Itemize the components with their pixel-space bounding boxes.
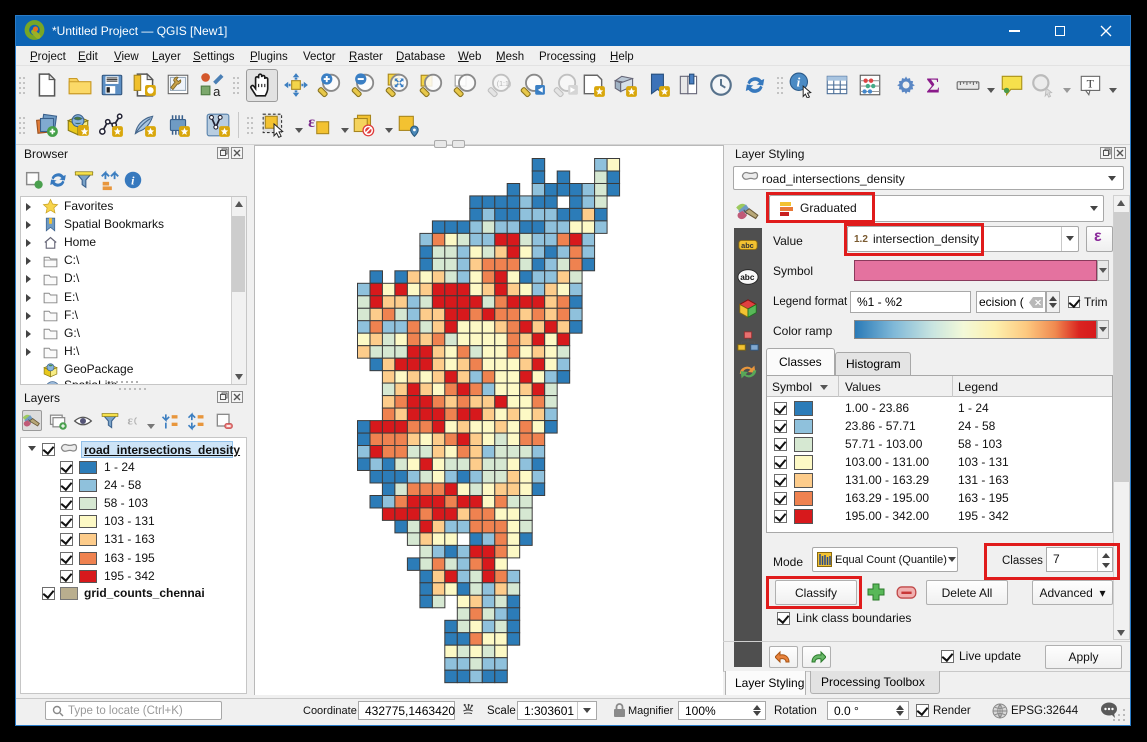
svg-text:a: a xyxy=(213,84,221,98)
svg-text:T: T xyxy=(1087,77,1095,91)
svg-text:abc: abc xyxy=(740,273,755,282)
svg-text:Σ: Σ xyxy=(926,76,939,98)
svg-text:abc: abc xyxy=(741,241,754,250)
svg-text:(1:1): (1:1) xyxy=(497,81,511,88)
svg-text:ε: ε xyxy=(308,113,315,131)
svg-text:ε: ε xyxy=(128,413,134,427)
svg-text:i: i xyxy=(797,75,801,90)
